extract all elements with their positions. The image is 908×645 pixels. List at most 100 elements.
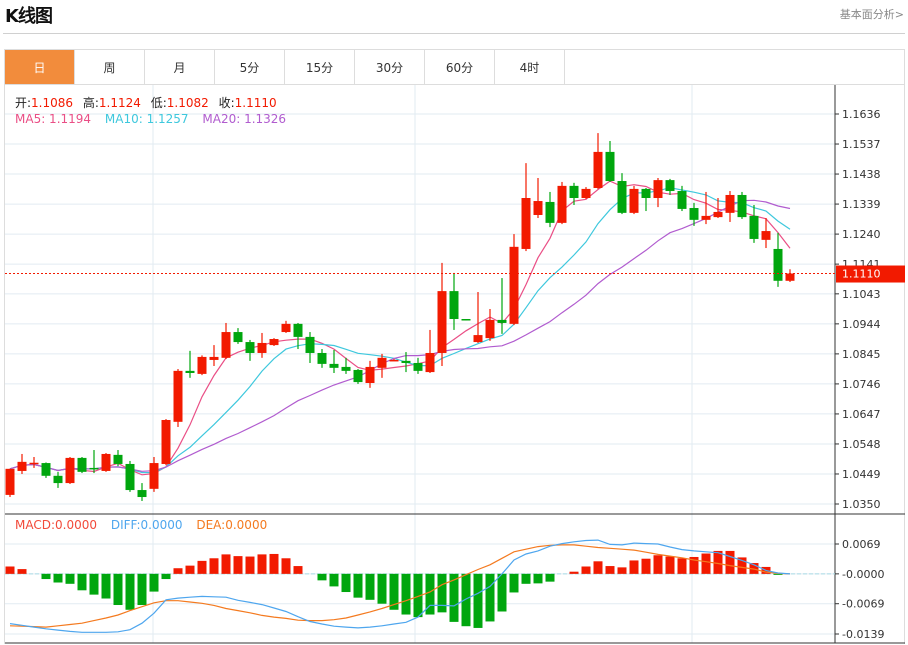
candle-body	[317, 352, 327, 364]
candle	[605, 140, 615, 182]
candle	[125, 460, 135, 492]
macd-bar	[293, 566, 303, 574]
candle-body	[5, 468, 15, 495]
candle	[545, 191, 555, 228]
candle-body	[173, 370, 183, 422]
candle	[245, 339, 255, 361]
candle	[749, 204, 759, 243]
candle-body	[725, 194, 735, 213]
candle-body	[437, 291, 447, 353]
macd-bar	[17, 569, 27, 574]
price-tick-label: 1.1240	[842, 228, 881, 241]
candle-body	[401, 360, 411, 363]
candle	[149, 456, 159, 492]
macd-bar	[89, 573, 99, 595]
low-label: 低:	[150, 96, 167, 110]
candle-body	[329, 363, 339, 368]
price-tick-label: 1.0350	[842, 498, 881, 511]
candle-body	[761, 231, 771, 240]
candle	[317, 349, 327, 368]
candle	[653, 177, 663, 208]
candle-body	[485, 319, 495, 339]
candle-body	[17, 461, 27, 471]
macd-tick-label: -0.0069	[842, 598, 884, 611]
macd-bar	[317, 573, 327, 581]
candle-body	[521, 198, 531, 249]
candle	[65, 456, 75, 484]
macd-bar	[521, 573, 531, 584]
candle	[581, 187, 591, 199]
candle	[449, 272, 459, 330]
macd-bar	[593, 561, 603, 574]
macd-bar	[605, 566, 615, 574]
candle	[557, 181, 567, 225]
last-price-label: 1.1110	[842, 268, 881, 281]
candle-body	[29, 462, 39, 465]
macd-bar	[665, 556, 675, 574]
macd-bar	[233, 556, 243, 574]
ma5-line	[9, 180, 791, 476]
candle	[185, 350, 195, 378]
candle	[101, 453, 111, 472]
candle	[305, 332, 315, 363]
candle-body	[773, 248, 783, 281]
macd-bar	[173, 568, 183, 574]
candle-body	[197, 356, 207, 374]
macd-bar	[257, 554, 267, 574]
price-tick-label: 1.1043	[842, 288, 881, 301]
candle-body	[785, 273, 795, 281]
candle-body	[269, 339, 279, 346]
candle-body	[185, 370, 195, 373]
candle-body	[365, 366, 375, 383]
candle	[89, 450, 99, 474]
macd-bar	[629, 560, 639, 574]
diff-legend-value: DIFF:0.0000	[110, 518, 183, 532]
macd-bar	[125, 573, 135, 610]
macd-bar	[653, 555, 663, 574]
ma20-line	[9, 199, 791, 472]
open-value: 1.1086	[31, 96, 74, 110]
candle-body	[53, 475, 63, 484]
candle	[281, 320, 291, 333]
macd-bar	[113, 573, 123, 606]
macd-legend-value: MACD:0.0000	[15, 518, 98, 532]
macd-bar	[509, 573, 519, 593]
candle-body	[113, 454, 123, 464]
candle	[425, 329, 435, 373]
open-label: 开:	[15, 96, 32, 110]
candle	[785, 269, 795, 283]
macd-bar	[377, 573, 387, 604]
ohlc-legend: 开:1.1086 高:1.1124 低:1.1082 收:1.1110	[15, 94, 283, 111]
macd-bar	[485, 573, 495, 622]
candle	[233, 328, 243, 344]
candle	[161, 419, 171, 466]
macd-bar	[569, 571, 579, 574]
candle	[113, 450, 123, 467]
macd-tick-label: -0.0000	[842, 568, 884, 581]
candle	[629, 185, 639, 215]
candle	[5, 468, 15, 498]
candle	[209, 345, 219, 367]
candle-body	[557, 185, 567, 223]
high-label: 高:	[82, 96, 99, 110]
candle-body	[713, 211, 723, 218]
macd-tick-label: -0.0139	[842, 628, 884, 641]
candle-body	[677, 191, 687, 209]
macd-bar	[581, 566, 591, 574]
macd-bar	[365, 573, 375, 600]
candle	[221, 322, 231, 360]
macd-bar	[209, 558, 219, 574]
macd-bar	[281, 558, 291, 574]
candle	[533, 177, 543, 219]
macd-bar	[617, 567, 627, 574]
candle	[269, 338, 279, 346]
macd-bar	[77, 573, 87, 591]
candle	[617, 173, 627, 215]
price-tick-label: 1.1438	[842, 168, 881, 181]
candle-body	[341, 366, 351, 371]
price-tick-label: 1.0845	[842, 348, 881, 361]
candle-body	[497, 319, 507, 323]
candle-body	[641, 188, 651, 199]
candle-body	[653, 180, 663, 199]
candle	[641, 187, 651, 212]
